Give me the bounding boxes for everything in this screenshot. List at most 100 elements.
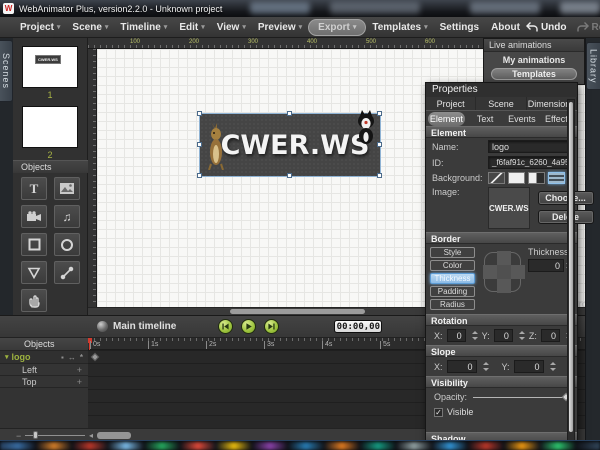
background-image-button[interactable] <box>548 172 565 184</box>
image-tool-button[interactable] <box>54 177 80 200</box>
add-keyframe-icon[interactable]: + <box>77 377 88 387</box>
background-none-button[interactable] <box>488 172 505 184</box>
menu-scene[interactable]: Scene▾ <box>66 20 114 35</box>
background-gradient-button[interactable] <box>528 172 545 184</box>
text-tool-button[interactable]: T <box>21 177 47 200</box>
menu-project[interactable]: Project▾ <box>14 20 66 35</box>
expander-icon[interactable]: ▾ <box>5 353 9 361</box>
border-padding-button[interactable]: Padding <box>430 286 475 297</box>
track-row-top[interactable]: Top + <box>0 376 88 388</box>
keyframe-diamond[interactable] <box>91 353 99 361</box>
name-field[interactable]: logo <box>488 140 572 153</box>
properties-scrollbar[interactable] <box>567 99 575 442</box>
coyote-character <box>206 122 226 170</box>
slope-y-input[interactable]: 0 <box>514 360 544 373</box>
menu-export[interactable]: Export▾ <box>308 19 366 36</box>
selection-handle[interactable] <box>377 173 382 178</box>
id-field[interactable]: _f6faf91c_6260_4a95_b0f1 <box>488 156 572 169</box>
zoom-slider-knob[interactable] <box>33 431 38 439</box>
ellipse-tool-button[interactable] <box>54 233 80 256</box>
play-button[interactable] <box>241 319 256 334</box>
border-thickness-button[interactable]: Thickness <box>430 273 475 284</box>
selection-handle[interactable] <box>287 173 292 178</box>
selection-handle[interactable] <box>377 111 382 116</box>
gear-icon[interactable]: * <box>80 353 83 362</box>
tab-scenes[interactable]: Scenes <box>0 40 13 102</box>
ruler-label: 2s <box>206 341 216 349</box>
scrollbar-thumb[interactable] <box>230 309 365 314</box>
background-solid-button[interactable] <box>508 172 525 184</box>
choose-image-button[interactable]: Choose... <box>538 191 594 205</box>
rotation-x-stepper[interactable] <box>470 329 478 342</box>
tab-element[interactable]: Element <box>428 112 465 126</box>
opacity-slider[interactable] <box>473 397 569 398</box>
selection-handle[interactable] <box>377 142 382 147</box>
skip-forward-button[interactable] <box>264 319 279 334</box>
menu-edit[interactable]: Edit▾ <box>173 20 210 35</box>
delete-image-button[interactable]: Delete <box>538 210 594 224</box>
border-radius-button[interactable]: Radius <box>430 299 475 310</box>
border-bottom-cell[interactable] <box>497 279 511 293</box>
scene-thumbnail-1[interactable]: CWER.WS <box>22 46 78 88</box>
scroll-left-icon[interactable]: ◂ <box>89 431 93 440</box>
skip-forward-icon <box>267 322 276 331</box>
track-label: Top <box>0 377 37 387</box>
repeat-label: Repeat <box>592 22 600 33</box>
visible-checkbox[interactable]: ✓ <box>434 408 443 417</box>
tab-project[interactable]: Project <box>426 97 476 110</box>
track-row-left[interactable]: Left + <box>0 364 88 376</box>
selected-logo-element[interactable]: CWER.WS <box>200 114 380 176</box>
image-icon <box>59 182 75 195</box>
video-tool-button[interactable] <box>21 205 47 228</box>
track-label: Left <box>0 365 37 375</box>
selection-handle[interactable] <box>287 111 292 116</box>
camera-icon[interactable]: ▪ <box>61 353 64 362</box>
audio-tool-button[interactable]: ♫ <box>54 205 80 228</box>
add-keyframe-icon[interactable]: + <box>77 365 88 375</box>
tab-scene[interactable]: Scene <box>476 97 526 110</box>
repeat-button[interactable]: Repeat <box>577 22 600 33</box>
selection-handle[interactable] <box>197 111 202 116</box>
scrollbar-thumb[interactable] <box>569 102 573 432</box>
undo-button[interactable]: Undo <box>526 22 567 33</box>
menu-timeline[interactable]: Timeline▾ <box>114 20 173 35</box>
line-tool-button[interactable] <box>54 261 80 284</box>
my-animations-tab[interactable]: My animations <box>484 52 584 65</box>
rotation-x-input[interactable]: 0 <box>447 329 466 342</box>
border-style-button[interactable]: Style <box>430 247 475 258</box>
time-display: 00:00,00 <box>334 320 382 333</box>
border-right-cell[interactable] <box>511 265 525 279</box>
menu-settings[interactable]: Settings <box>434 20 485 35</box>
windows-taskbar[interactable] <box>0 440 600 450</box>
timeline-scrollbar-thumb[interactable] <box>97 432 131 439</box>
rotation-y-input[interactable]: 0 <box>494 329 513 342</box>
rectangle-tool-button[interactable] <box>21 233 47 256</box>
tab-library[interactable]: Library <box>586 42 600 90</box>
tab-events[interactable]: Events <box>504 112 541 126</box>
skip-back-button[interactable] <box>218 319 233 334</box>
triangle-tool-button[interactable] <box>21 261 47 284</box>
templates-button[interactable]: Templates <box>491 68 577 80</box>
scene-thumbnail-2[interactable] <box>22 106 78 148</box>
rotation-z-input[interactable]: 0 <box>541 329 560 342</box>
arrows-icon[interactable]: ↔ <box>68 353 76 362</box>
menu-preview[interactable]: Preview▾ <box>252 20 308 35</box>
menu-about[interactable]: About <box>485 20 526 35</box>
border-color-button[interactable]: Color <box>430 260 475 271</box>
border-top-cell[interactable] <box>497 251 511 265</box>
slope-x-stepper[interactable] <box>481 360 490 373</box>
menu-templates[interactable]: Templates▾ <box>366 20 433 35</box>
border-center-cell[interactable] <box>497 265 511 279</box>
selection-handle[interactable] <box>197 173 202 178</box>
border-sides-selector[interactable] <box>481 249 524 295</box>
thickness-input[interactable]: 0 <box>528 259 564 272</box>
hand-tool-button[interactable] <box>21 289 47 312</box>
tab-text[interactable]: Text <box>467 112 504 126</box>
border-left-cell[interactable] <box>483 265 497 279</box>
rotation-y-stepper[interactable] <box>517 329 525 342</box>
menu-view[interactable]: View▾ <box>211 20 252 35</box>
slope-y-stepper[interactable] <box>548 360 557 373</box>
slope-x-input[interactable]: 0 <box>447 360 477 373</box>
track-row-logo[interactable]: ▾ logo ▪ ↔ * <box>0 351 88 364</box>
selection-handle[interactable] <box>197 142 202 147</box>
